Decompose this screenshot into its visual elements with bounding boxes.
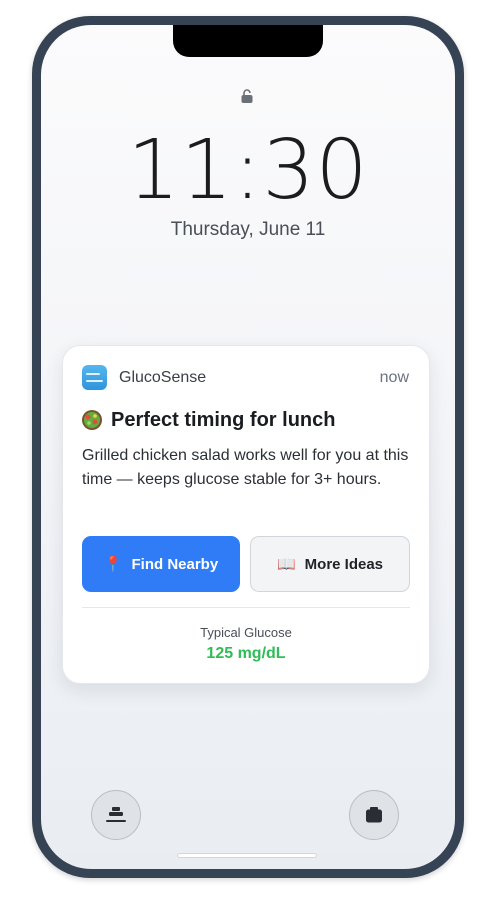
lock-screen-clock: 11:30 <box>127 123 369 218</box>
salad-icon <box>82 410 102 430</box>
phone-frame: 11:30 Thursday, June 11 GlucoSense now P… <box>32 16 464 878</box>
typical-glucose-value: 125 mg/dL <box>206 645 286 662</box>
more-ideas-label: More Ideas <box>304 555 384 573</box>
lock-screen: 11:30 Thursday, June 11 GlucoSense now P… <box>41 25 455 869</box>
notification-title-row: Perfect timing for lunch <box>81 406 335 434</box>
book-icon: 📖 <box>276 556 296 573</box>
notification-app-name: GlucoSense <box>119 369 207 386</box>
more-ideas-button[interactable]: 📖 More Ideas <box>250 536 410 592</box>
notch <box>173 25 323 57</box>
notification-body: Grilled chicken salad works well for you… <box>82 447 409 488</box>
camera-button[interactable] <box>349 790 399 840</box>
bed-icon <box>106 807 126 822</box>
home-indicator[interactable] <box>177 853 317 858</box>
divider <box>82 607 410 608</box>
camera-icon <box>366 807 382 823</box>
bed-button[interactable] <box>91 790 141 840</box>
glucosense-app-icon <box>82 365 107 390</box>
notification-title: Perfect timing for lunch <box>111 408 336 431</box>
find-nearby-label: Find Nearby <box>131 555 219 573</box>
lock-icon <box>241 89 253 103</box>
pin-icon: 📍 <box>103 556 123 573</box>
typical-glucose-label: Typical Glucose <box>200 625 292 640</box>
find-nearby-button[interactable]: 📍 Find Nearby <box>82 536 240 592</box>
notification-card[interactable]: GlucoSense now Perfect timing for lunch … <box>62 345 430 684</box>
notification-timestamp: now <box>379 369 409 386</box>
lock-screen-date: Thursday, June 11 <box>170 219 326 240</box>
